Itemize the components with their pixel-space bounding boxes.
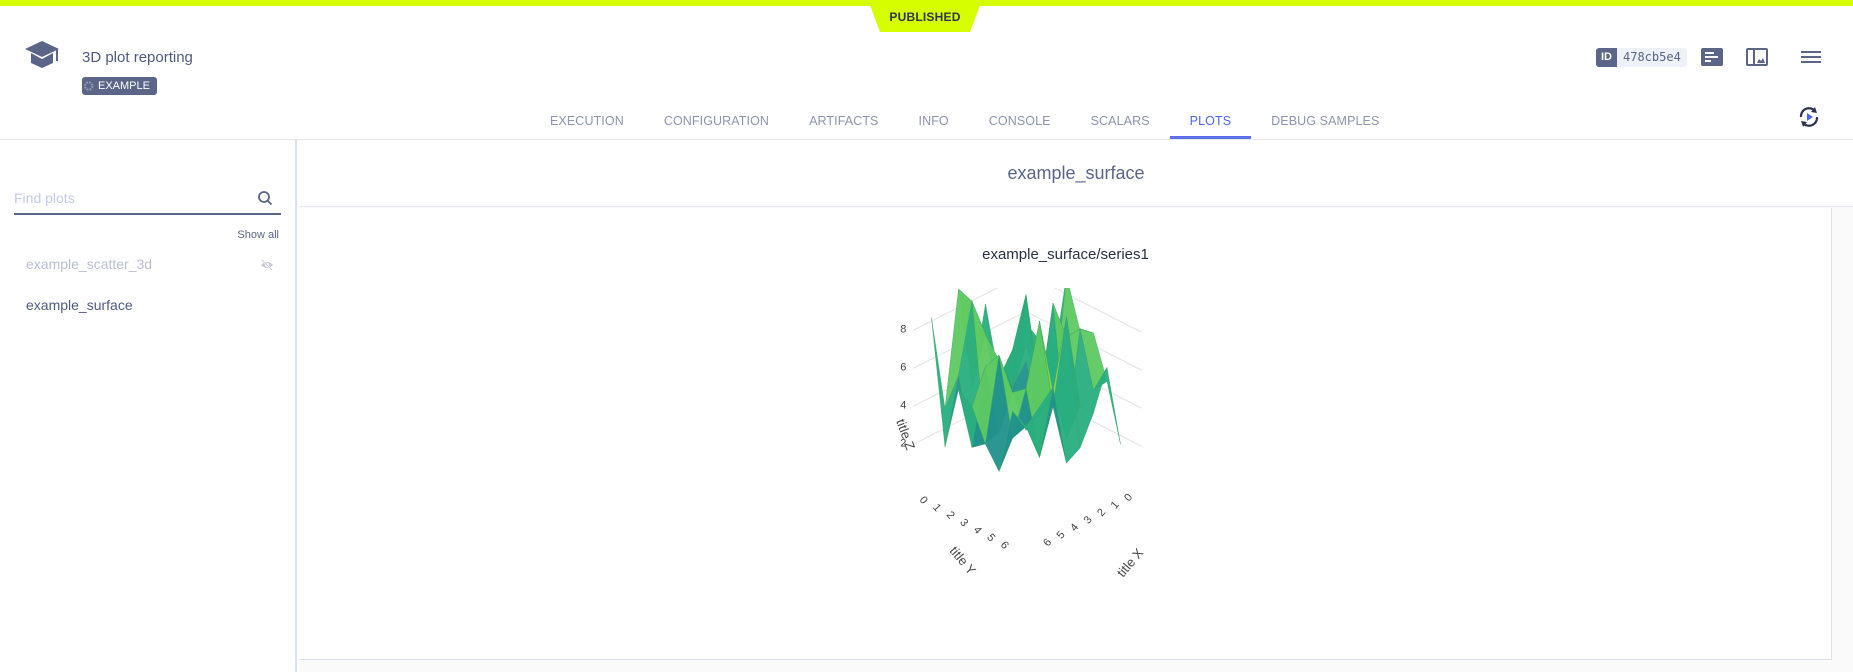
z-axis-title: title Z [893, 417, 918, 452]
z-tick-label: 4 [900, 399, 906, 411]
x-tick-label: 2 [1095, 507, 1108, 519]
show-all-button[interactable]: Show all [237, 229, 279, 241]
tag-badge[interactable]: EXAMPLE [82, 77, 157, 95]
tab-scalars[interactable]: SCALARS [1071, 100, 1170, 139]
tab-execution[interactable]: EXECUTION [530, 100, 644, 139]
tab-artifacts[interactable]: ARTIFACTS [789, 100, 898, 139]
tab-info[interactable]: INFO [899, 100, 969, 139]
plots-sidebar: Show all example_scatter_3d example_surf… [0, 140, 297, 672]
menu-icon[interactable] [1799, 46, 1823, 68]
z-tick-label: 8 [900, 323, 906, 335]
id-badge[interactable]: ID 478cb5e4 [1596, 48, 1687, 67]
y-tick-label: 6 [998, 539, 1011, 551]
search-input[interactable] [14, 185, 244, 211]
x-tick-label: 6 [1041, 537, 1054, 549]
eye-off-icon[interactable] [260, 259, 274, 271]
y-tick-label: 3 [957, 517, 970, 529]
task-title: 3D plot reporting [82, 49, 193, 66]
plot-title: example_surface/series1 [982, 246, 1149, 263]
details-panel-icon[interactable] [1700, 46, 1724, 68]
plots-content: example_surface example_surface/series1 … [299, 140, 1853, 672]
plot-group-title: example_surface [1007, 163, 1145, 183]
plot-list-item-scatter-3d[interactable]: example_scatter_3d [26, 256, 152, 272]
tab-bar: EXECUTION CONFIGURATION ARTIFACTS INFO C… [530, 100, 1399, 139]
x-tick-label: 1 [1109, 499, 1122, 511]
search-icon[interactable] [257, 190, 273, 206]
plot-group-header: example_surface [299, 140, 1853, 207]
auto-refresh-icon[interactable] [1796, 104, 1822, 130]
id-value: 478cb5e4 [1617, 48, 1687, 67]
gear-icon [84, 81, 94, 91]
x-tick-label: 5 [1055, 529, 1068, 541]
tab-console[interactable]: CONSOLE [969, 100, 1071, 139]
surface-3d-plot[interactable]: 2468title Z0123456title Y0123456title X [879, 288, 1259, 588]
y-axis-title: title Y [947, 543, 979, 578]
z-tick-label: 6 [900, 361, 906, 373]
plot-card: example_surface/series1 2 4 6 8 title Z01234… [299, 208, 1832, 660]
tab-debug-samples[interactable]: DEBUG SAMPLES [1251, 100, 1399, 139]
y-tick-label: 4 [971, 524, 984, 536]
x-tick-label: 4 [1068, 522, 1081, 534]
y-tick-label: 0 [917, 494, 930, 506]
search-field [14, 185, 281, 215]
tab-configuration[interactable]: CONFIGURATION [644, 100, 789, 139]
plot-list-item-surface[interactable]: example_surface [26, 297, 133, 313]
layout-toggle-icon[interactable] [1745, 46, 1769, 68]
x-axis-title: title X [1114, 545, 1147, 580]
x-tick-label: 0 [1122, 492, 1135, 504]
graduation-cap-icon [25, 41, 59, 68]
y-tick-label: 2 [944, 509, 957, 521]
id-key: ID [1596, 48, 1617, 67]
tab-plots[interactable]: PLOTS [1169, 100, 1252, 139]
y-tick-label: 5 [984, 532, 997, 544]
tag-label: EXAMPLE [98, 80, 150, 92]
x-tick-label: 3 [1082, 514, 1095, 526]
surface-mesh [931, 288, 1121, 472]
y-tick-label: 1 [930, 502, 943, 514]
